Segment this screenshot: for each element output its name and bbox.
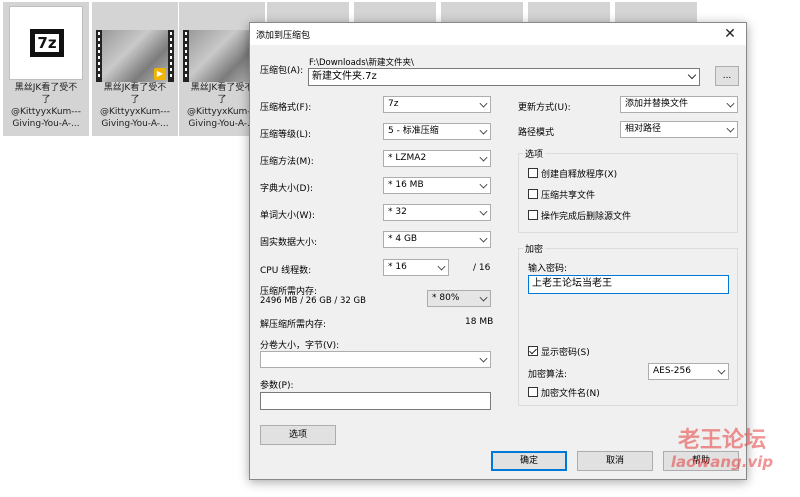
word-size-label: 单词大小(W):: [260, 211, 315, 221]
watermark-text-cn: 老王论坛: [677, 428, 766, 453]
chevron-down-icon: [726, 124, 735, 133]
encryption-method-label: 加密算法:: [528, 370, 568, 380]
cpu-threads-select[interactable]: * 16: [383, 259, 449, 276]
file-item-video-1[interactable]: ▶ 黑丝JK看了受不 了 @KittyyxKum--- Giving-You-A…: [92, 2, 178, 136]
shared-files-checkbox[interactable]: 压缩共享文件: [528, 188, 595, 201]
dict-size-label: 字典大小(D):: [260, 184, 313, 194]
play-badge-icon: ▶: [154, 68, 166, 80]
dict-size-select[interactable]: * 16 MB: [383, 177, 491, 194]
method-select[interactable]: * LZMA2: [383, 150, 491, 167]
format-select[interactable]: 7z: [383, 96, 491, 113]
archive-path: F:\Downloads\新建文件夹\: [309, 58, 414, 68]
checkbox-icon[interactable]: [528, 189, 538, 199]
file-item-7z-archive[interactable]: 7z 黑丝JK看了受不 了 @KittyyxKum--- Giving-You-…: [3, 2, 89, 136]
path-mode-label: 路径模式: [518, 128, 555, 138]
chevron-down-icon: [479, 99, 488, 108]
chevron-down-icon: [479, 354, 488, 363]
video-thumbnail: ▶: [96, 30, 174, 82]
add-to-archive-dialog: 添加到压缩包 ✕ 压缩包(A): F:\Downloads\新建文件夹\ 新建文…: [249, 22, 747, 480]
update-mode-label: 更新方式(U):: [518, 103, 571, 113]
cpu-threads-label: CPU 线程数:: [260, 266, 312, 276]
solid-size-label: 固实数据大小:: [260, 238, 318, 248]
dialog-titlebar[interactable]: 添加到压缩包 ✕: [250, 23, 746, 45]
chevron-down-icon: [479, 180, 488, 189]
params-label: 参数(P):: [260, 381, 294, 391]
password-input[interactable]: 上老王论坛当老王: [528, 275, 729, 294]
show-password-checkbox[interactable]: 显示密码(S): [528, 345, 590, 358]
memory-usage-select[interactable]: * 80%: [427, 290, 491, 307]
update-mode-select[interactable]: 添加并替换文件: [620, 96, 738, 113]
params-input[interactable]: [260, 392, 491, 410]
file-name: 黑丝JK看了受不 了 @KittyyxKum--- Giving-You-A-.…: [10, 83, 82, 129]
browse-button[interactable]: ...: [715, 66, 739, 86]
archive-name-combo[interactable]: 新建文件夹.7z: [308, 68, 700, 86]
ok-button[interactable]: 确定: [491, 451, 567, 471]
level-label: 压缩等级(L):: [260, 130, 312, 140]
level-select[interactable]: 5 - 标准压缩: [383, 123, 491, 140]
watermark-text-en: laowang.vip: [670, 453, 774, 471]
cancel-button[interactable]: 取消: [577, 451, 653, 471]
options-button[interactable]: 选项: [260, 425, 336, 445]
split-size-combo[interactable]: [260, 351, 491, 368]
sfx-checkbox[interactable]: 创建自释放程序(X): [528, 167, 617, 180]
chevron-down-icon: [479, 126, 488, 135]
checkbox-icon[interactable]: [528, 210, 538, 220]
chevron-down-icon: [437, 262, 446, 271]
checkbox-checked-icon[interactable]: [528, 346, 538, 356]
chevron-down-icon: [479, 153, 488, 162]
format-label: 压缩格式(F):: [260, 103, 312, 113]
encrypt-names-checkbox[interactable]: 加密文件名(N): [528, 386, 600, 399]
close-icon[interactable]: ✕: [714, 23, 746, 45]
chevron-down-icon: [479, 207, 488, 216]
chevron-down-icon: [717, 366, 726, 375]
checkbox-icon[interactable]: [528, 168, 538, 178]
split-size-label: 分卷大小，字节(V):: [260, 341, 340, 351]
memory-detail: 2496 MB / 26 GB / 32 GB: [260, 296, 366, 306]
dialog-title: 添加到压缩包: [256, 31, 311, 41]
file-name: 黑丝JK看了受不 了 @KittyyxKum--- Giving-You-A-.…: [99, 83, 171, 129]
chevron-down-icon[interactable]: [687, 70, 697, 80]
watermark-logo: 老王论坛 laowang.vip: [652, 428, 792, 470]
cpu-threads-total: / 16: [473, 263, 491, 273]
archive-label: 压缩包(A):: [260, 66, 304, 76]
encryption-method-select[interactable]: AES-256: [648, 363, 729, 380]
decompress-memory-value: 18 MB: [465, 317, 494, 327]
word-size-select[interactable]: * 32: [383, 204, 491, 221]
chevron-down-icon: [479, 293, 488, 302]
password-label: 输入密码:: [528, 264, 568, 274]
options-group-title: 选项: [523, 147, 546, 160]
encryption-group-title: 加密: [523, 242, 546, 255]
decompress-memory-label: 解压缩所需内存:: [260, 320, 327, 330]
delete-after-checkbox[interactable]: 操作完成后删除源文件: [528, 209, 631, 222]
7z-archive-icon: 7z: [30, 29, 64, 57]
chevron-down-icon: [479, 234, 488, 243]
checkbox-icon[interactable]: [528, 387, 538, 397]
path-mode-select[interactable]: 相对路径: [620, 121, 738, 138]
archive-thumbnail: 7z: [9, 6, 83, 80]
solid-size-select[interactable]: * 4 GB: [383, 231, 491, 248]
method-label: 压缩方法(M):: [260, 157, 314, 167]
chevron-down-icon: [726, 99, 735, 108]
